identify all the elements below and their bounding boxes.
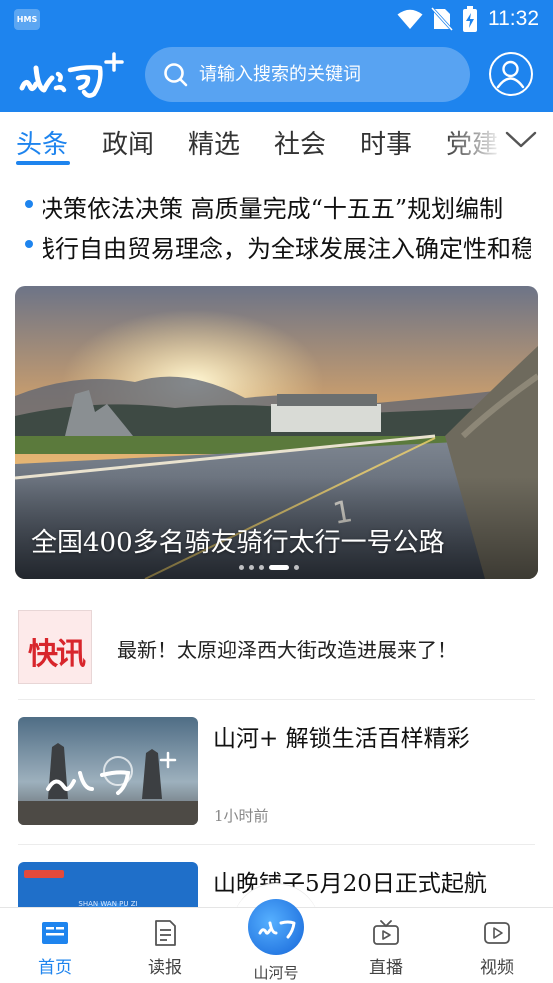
user-avatar-icon (496, 60, 525, 89)
ticker-item[interactable]: 决策依法决策 高质量完成“十五五”规划编制 (0, 184, 553, 224)
tab-current-affairs[interactable]: 时事 (360, 124, 412, 161)
profile-button[interactable] (489, 52, 533, 96)
news-title: 山河+ 解锁生活百样精彩 (213, 726, 470, 752)
carousel-dot (294, 564, 299, 570)
news-thumbnail (18, 717, 198, 825)
live-tv-icon (373, 920, 399, 945)
app-bar (0, 44, 553, 106)
video-play-icon (484, 922, 510, 944)
tab-headlines[interactable]: 头条 (16, 124, 68, 161)
tab-featured[interactable]: 精选 (188, 124, 240, 161)
carousel-dot (239, 564, 244, 570)
nav-label: 视频 (480, 958, 514, 978)
wifi-icon (397, 9, 423, 29)
nav-shanhe-number[interactable] (248, 899, 304, 955)
news-time: 1小时前 (214, 807, 269, 825)
ticker-text: 践行自由贸易理念，为全球发展注入确定性和稳定性 (43, 235, 531, 263)
ticker-text: 决策依法决策 高质量完成“十五五”规划编制 (43, 195, 504, 223)
battery-charging-icon (463, 6, 477, 32)
tab-politics[interactable]: 政闻 (102, 124, 154, 161)
nav-label: 读报 (148, 958, 182, 978)
carousel-dot (259, 564, 264, 570)
flash-news[interactable]: 快讯 最新！太原迎泽西大街改造进展来了！ (0, 602, 553, 694)
home-icon (42, 922, 68, 944)
bullet-icon (25, 200, 33, 208)
nav-label: 山河号 (253, 964, 299, 982)
search-input[interactable] (199, 64, 449, 85)
ticker-item[interactable]: 践行自由贸易理念，为全球发展注入确定性和稳定性 (0, 224, 553, 264)
shanhe-logo[interactable] (18, 48, 130, 106)
status-time: 11:32 (488, 7, 539, 30)
newspaper-icon (155, 920, 176, 946)
status-icons: 11:32 (397, 5, 539, 33)
tab-society[interactable]: 社会 (274, 124, 326, 161)
flash-headline: 最新！太原迎泽西大街改造进展来了！ (117, 638, 457, 662)
shanhe-logo-icon (258, 920, 296, 939)
nav-video[interactable]: 视频 (452, 908, 542, 983)
banner-caption: 全国400多名骑友骑行太行一号公路 (31, 528, 445, 558)
active-tab-indicator (16, 161, 70, 165)
bullet-icon (25, 240, 33, 248)
app-header: HMS 11:32 (0, 0, 553, 112)
carousel-indicator (239, 564, 304, 570)
flash-badge: 快讯 (18, 610, 92, 684)
nav-home[interactable]: 首页 (10, 908, 100, 983)
nav-label: 直播 (369, 958, 403, 978)
nav-label: 首页 (38, 958, 72, 978)
carousel-dot (249, 564, 254, 570)
hms-notification-icon: HMS (14, 9, 40, 30)
thumbnail-image (18, 717, 198, 825)
hero-banner[interactable]: 1 全国400多名骑友骑行太行一号公路 (15, 286, 538, 579)
divider (18, 844, 535, 845)
nav-live[interactable]: 直播 (341, 908, 431, 983)
news-item[interactable]: 山河+ 解锁生活百样精彩 1小时前 (0, 717, 553, 847)
search-icon (164, 62, 188, 86)
no-sim-icon (431, 7, 453, 31)
status-bar: HMS 11:32 (0, 0, 553, 38)
divider (18, 699, 535, 700)
carousel-dot-active (269, 564, 289, 570)
news-ticker: 决策依法决策 高质量完成“十五五”规划编制 践行自由贸易理念，为全球发展注入确定… (0, 182, 553, 272)
chevron-down-icon[interactable] (505, 128, 537, 150)
search-bar[interactable] (145, 47, 470, 102)
nav-read-paper[interactable]: 读报 (120, 908, 210, 983)
channel-tabs: 头条 政闻 精选 社会 时事 党建 (0, 112, 553, 174)
